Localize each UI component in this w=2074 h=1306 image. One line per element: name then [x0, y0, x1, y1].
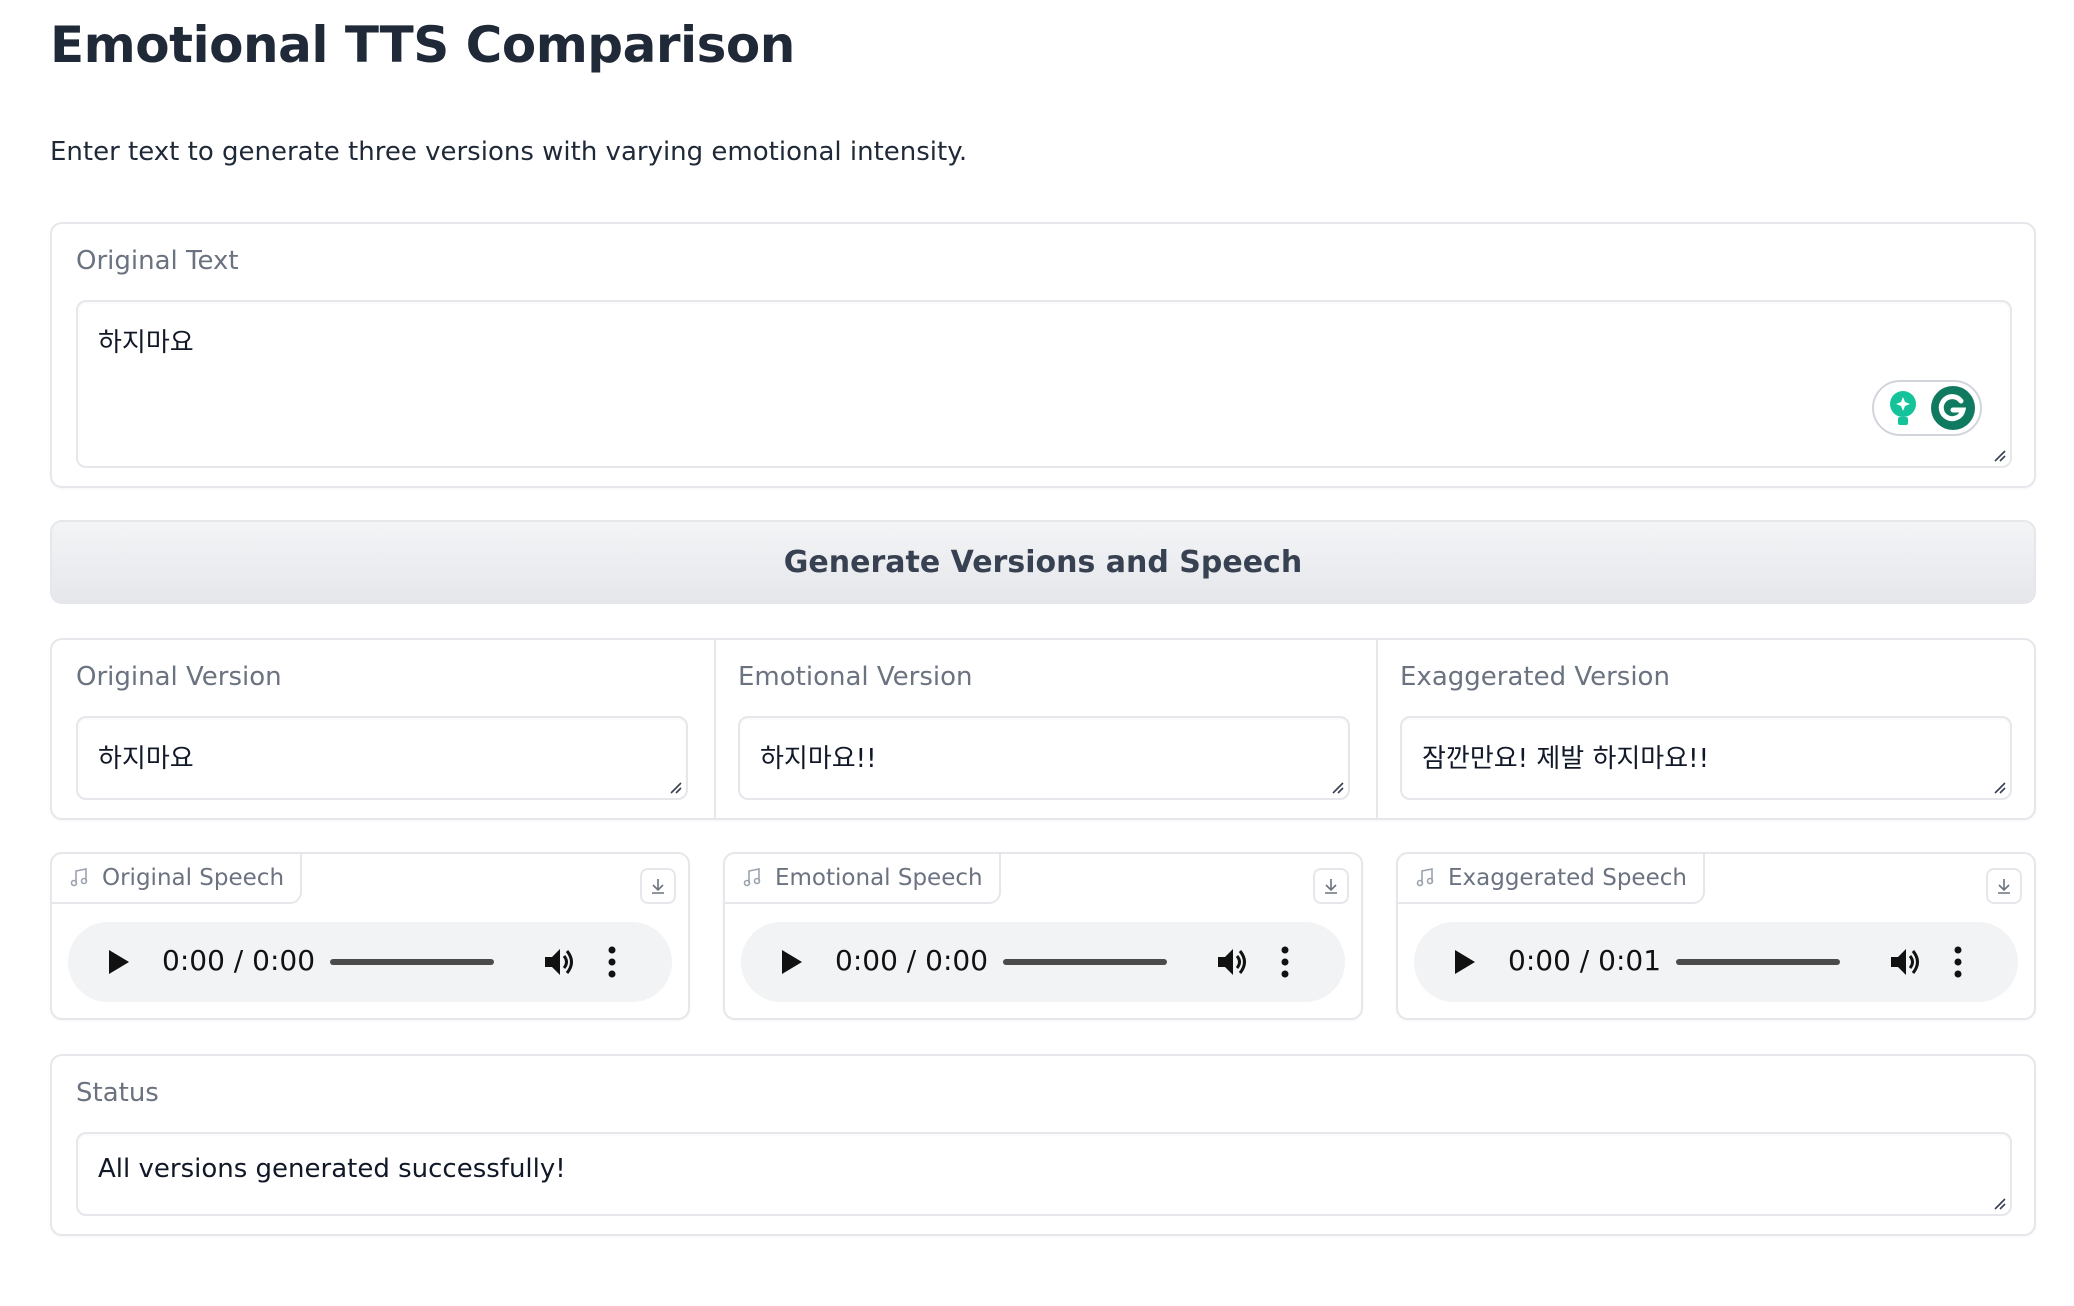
audio-player[interactable]: 0:00 / 0:01: [1414, 922, 2018, 1002]
audio-progress-bar[interactable]: [330, 959, 494, 965]
original-speech-label: Original Speech: [102, 865, 285, 891]
emotional-speech-label: Emotional Speech: [775, 865, 983, 891]
download-icon: [1325, 879, 1337, 894]
exaggerated-speech-label: Exaggerated Speech: [1448, 865, 1687, 891]
exaggerated-speech-tag: Exaggerated Speech: [1396, 852, 1705, 904]
resize-handle-icon[interactable]: [1993, 1197, 2007, 1211]
music-note-icon: [1416, 868, 1434, 887]
audio-current-time: 0:00: [835, 944, 898, 977]
audio-player[interactable]: 0:00 / 0:00: [741, 922, 1345, 1002]
resize-handle-icon[interactable]: [1993, 449, 2007, 463]
original-text-value: 하지마요: [98, 328, 194, 358]
volume-icon[interactable]: [1888, 944, 1924, 980]
audio-time: 0:00 / 0:00: [162, 944, 316, 977]
download-button[interactable]: [1986, 868, 2022, 904]
exaggerated-version-value: 잠깐만요! 제발 하지마요!!: [1422, 744, 1709, 774]
resize-handle-icon[interactable]: [1993, 781, 2007, 795]
audio-progress-bar[interactable]: [1676, 959, 1840, 965]
audio-duration: 0:00: [925, 944, 989, 977]
play-icon[interactable]: [104, 948, 132, 976]
grammarly-icon[interactable]: [1930, 385, 1976, 431]
audio-progress-bar[interactable]: [1003, 959, 1167, 965]
page-description: Enter text to generate three versions wi…: [50, 137, 968, 167]
lightbulb-icon[interactable]: [1886, 389, 1920, 429]
versions-row: Original Version 하지마요 Emotional Version …: [50, 638, 2036, 820]
volume-icon[interactable]: [542, 944, 578, 980]
column-divider: [1376, 640, 1378, 818]
exaggerated-version-label: Exaggerated Version: [1400, 662, 1670, 692]
more-vertical-icon[interactable]: [606, 944, 618, 980]
generate-button[interactable]: Generate Versions and Speech: [50, 520, 2036, 604]
volume-icon[interactable]: [1215, 944, 1251, 980]
audio-duration: 0:00: [252, 944, 316, 977]
status-value: All versions generated successfully!: [98, 1154, 566, 1184]
exaggerated-version-output[interactable]: 잠깐만요! 제발 하지마요!!: [1400, 716, 2012, 800]
original-speech-tag: Original Speech: [50, 852, 303, 904]
original-version-value: 하지마요: [98, 744, 194, 774]
status-output[interactable]: All versions generated successfully!: [76, 1132, 2012, 1216]
resize-handle-icon[interactable]: [1331, 781, 1345, 795]
audio-player[interactable]: 0:00 / 0:00: [68, 922, 672, 1002]
play-icon[interactable]: [1450, 948, 1478, 976]
download-icon: [652, 879, 664, 894]
original-text-block: Original Text 하지마요: [50, 222, 2036, 488]
audio-current-time: 0:00: [1508, 944, 1571, 977]
original-text-input[interactable]: 하지마요: [76, 300, 2012, 468]
status-label: Status: [76, 1078, 159, 1108]
play-icon[interactable]: [777, 948, 805, 976]
column-divider: [714, 640, 716, 818]
download-button[interactable]: [640, 868, 676, 904]
page-title: Emotional TTS Comparison: [50, 16, 795, 74]
emotional-version-output[interactable]: 하지마요!!: [738, 716, 1350, 800]
emotional-speech-tag: Emotional Speech: [723, 852, 1001, 904]
grammarly-widget[interactable]: [1872, 380, 1982, 436]
audio-duration: 0:01: [1598, 944, 1662, 977]
music-note-icon: [743, 868, 761, 887]
audio-time: 0:00 / 0:00: [835, 944, 989, 977]
original-version-label: Original Version: [76, 662, 282, 692]
music-note-icon: [70, 868, 88, 887]
original-speech-block: Original Speech 0:00 / 0:00: [50, 852, 690, 1020]
status-block: Status All versions generated successful…: [50, 1054, 2036, 1236]
exaggerated-speech-block: Exaggerated Speech 0:00 / 0:01: [1396, 852, 2036, 1020]
resize-handle-icon[interactable]: [669, 781, 683, 795]
audio-time: 0:00 / 0:01: [1508, 944, 1662, 977]
emotional-version-label: Emotional Version: [738, 662, 973, 692]
more-vertical-icon[interactable]: [1952, 944, 1964, 980]
emotional-speech-block: Emotional Speech 0:00 / 0:00: [723, 852, 1363, 1020]
more-vertical-icon[interactable]: [1279, 944, 1291, 980]
original-version-output[interactable]: 하지마요: [76, 716, 688, 800]
download-icon: [1998, 879, 2010, 894]
download-button[interactable]: [1313, 868, 1349, 904]
original-text-label: Original Text: [76, 246, 239, 276]
emotional-version-value: 하지마요!!: [760, 744, 877, 774]
audio-current-time: 0:00: [162, 944, 225, 977]
